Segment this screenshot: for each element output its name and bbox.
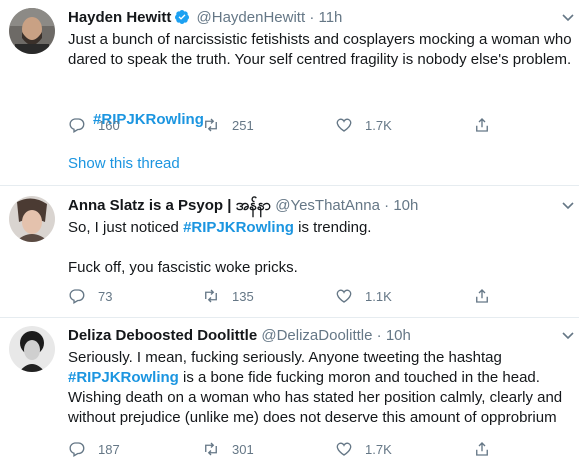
tweet-actions: 187 301 1.7K xyxy=(68,439,508,459)
reply-count: 160 xyxy=(98,117,120,133)
tweet-text-line: Seriously. I mean, fucking seriously. An… xyxy=(68,349,502,366)
tweet-text-line: #RIPJKRowling is a bone fide fucking mor… xyxy=(68,368,573,388)
tweet-text-line: without prejudice (unlike me) does not d… xyxy=(68,409,557,426)
tweet-actions: 160 251 1.7K xyxy=(68,115,508,135)
retweet-count: 135 xyxy=(232,288,254,304)
show-thread-link[interactable]: Show this thread xyxy=(68,154,180,174)
tweet-text-part: is a bone fide fucking moron and touched… xyxy=(178,369,540,386)
retweet-button[interactable]: 135 xyxy=(202,286,254,306)
like-count: 1.1K xyxy=(365,288,392,304)
heart-icon xyxy=(336,442,352,456)
separator-dot: · xyxy=(384,197,390,214)
tweet-text-second: Fuck off, you fascistic woke pricks. xyxy=(68,259,298,276)
reply-count: 187 xyxy=(98,441,120,457)
share-icon xyxy=(476,289,488,303)
tweet-text-part: So, I just noticed xyxy=(68,219,184,236)
retweet-count: 251 xyxy=(232,117,254,133)
retweet-icon xyxy=(205,442,217,456)
share-button[interactable] xyxy=(473,439,491,459)
reply-button[interactable]: 160 xyxy=(68,115,120,135)
author-handle[interactable]: @DelizaDoolittle xyxy=(261,327,372,344)
tweet-anna-slatz[interactable]: Anna Slatz is a Psyop | အန်နာ @YesThatAn… xyxy=(0,186,579,318)
separator-dot: · xyxy=(376,327,382,344)
reply-icon xyxy=(69,289,85,304)
separator-dot: · xyxy=(309,9,315,26)
like-count: 1.7K xyxy=(365,441,392,457)
tweet-hayden-hewitt[interactable]: Hayden Hewitt @HaydenHewitt · 11h Just a… xyxy=(0,0,579,186)
tweet-timestamp[interactable]: 10h xyxy=(386,327,411,344)
retweet-icon xyxy=(205,289,217,303)
share-button[interactable] xyxy=(473,286,491,306)
tweet-timestamp[interactable]: 10h xyxy=(393,197,418,214)
reply-button[interactable]: 73 xyxy=(68,286,112,306)
author-handle[interactable]: @YesThatAnna xyxy=(275,197,380,214)
tweet-text-line: Wishing death on a woman who has stated … xyxy=(68,389,563,406)
avatar-hayden-hewitt[interactable] xyxy=(9,8,55,54)
author-name[interactable]: Deliza Deboosted Doolittle xyxy=(68,327,257,344)
avatar-deliza-doolittle[interactable] xyxy=(9,326,55,372)
share-icon xyxy=(476,118,488,132)
retweet-icon xyxy=(205,118,217,132)
tweet-text-part: is trending. xyxy=(293,219,372,236)
author-name[interactable]: Hayden Hewitt xyxy=(68,9,171,26)
retweet-button[interactable]: 251 xyxy=(202,115,254,135)
reply-icon xyxy=(69,442,85,457)
like-button[interactable]: 1.7K xyxy=(335,439,392,459)
tweet-header: Anna Slatz is a Psyop | အန်နာ @YesThatAn… xyxy=(68,196,573,216)
hashtag-link[interactable]: #RIPJKRowling xyxy=(68,369,179,386)
hashtag-link[interactable]: #RIPJKRowling xyxy=(183,219,294,236)
tweet-text: Seriously. I mean, fucking seriously. An… xyxy=(68,348,573,428)
tweet-actions: 73 135 1.1K xyxy=(68,286,508,306)
tweet-text: Just a bunch of narcissistic fetishists … xyxy=(68,31,576,68)
author-name[interactable]: Anna Slatz is a Psyop | အန်နာ xyxy=(68,197,271,214)
avatar-anna-slatz[interactable] xyxy=(9,196,55,242)
like-button[interactable]: 1.1K xyxy=(335,286,392,306)
heart-icon xyxy=(336,118,352,132)
share-icon xyxy=(476,442,488,456)
reply-icon xyxy=(69,118,85,133)
retweet-count: 301 xyxy=(232,441,254,457)
reply-button[interactable]: 187 xyxy=(68,439,120,459)
author-handle[interactable]: @HaydenHewitt xyxy=(197,9,306,26)
tweet-header: Hayden Hewitt @HaydenHewitt · 11h xyxy=(68,8,573,28)
tweet-timestamp[interactable]: 11h xyxy=(318,9,342,26)
tweet-header: Deliza Deboosted Doolittle @DelizaDoolit… xyxy=(68,326,573,346)
like-count: 1.7K xyxy=(365,117,392,133)
verified-badge-icon xyxy=(175,10,190,24)
tweet-text: So, I just noticed #RIPJKRowling is tren… xyxy=(68,218,573,238)
tweet-deliza-doolittle[interactable]: Deliza Deboosted Doolittle @DelizaDoolit… xyxy=(0,318,579,460)
reply-count: 73 xyxy=(98,288,113,304)
heart-icon xyxy=(336,289,352,303)
like-button[interactable]: 1.7K xyxy=(335,115,392,135)
retweet-button[interactable]: 301 xyxy=(202,439,254,459)
share-button[interactable] xyxy=(473,115,491,135)
